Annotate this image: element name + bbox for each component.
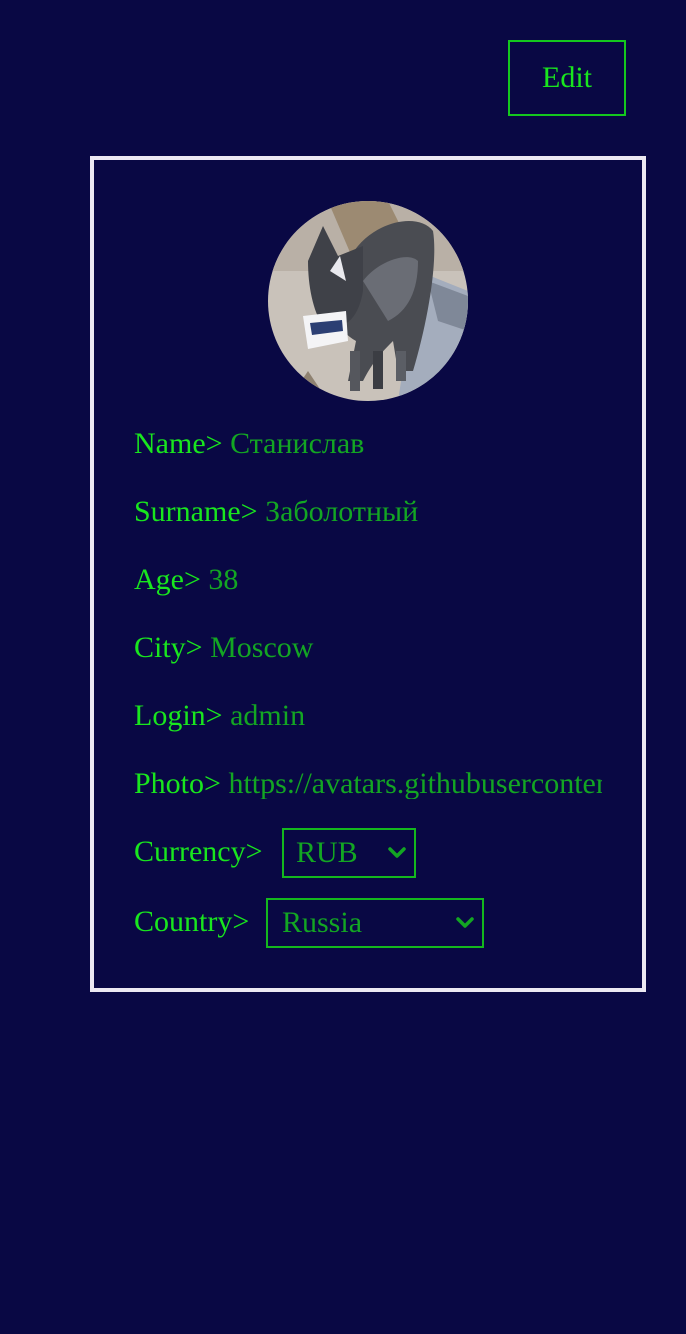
edit-button[interactable]: Edit [508,40,626,116]
name-value: Станислав [230,427,365,460]
chevron-down-icon [388,847,406,858]
country-select-value: Russia [282,906,363,939]
country-row: Country> [134,907,249,937]
city-label: City> [134,631,203,664]
profile-card: Name> Станислав Surname> Заболотный Age>… [90,156,646,992]
photo-label: Photo> [134,769,221,799]
currency-row: Currency> [134,837,263,867]
country-select[interactable]: Russia [266,898,484,948]
surname-label: Surname> [134,495,258,528]
avatar [268,201,468,401]
login-label: Login> [134,699,223,732]
surname-row: Surname> Заболотный [134,497,418,527]
currency-label: Currency> [134,835,263,868]
avatar-dog-photo [268,201,468,401]
login-row: Login> admin [134,701,305,731]
country-label: Country> [134,905,250,938]
age-value: 38 [208,563,239,596]
age-label: Age> [134,563,201,596]
currency-select-value: RUB [296,836,358,869]
age-row: Age> 38 [134,565,238,595]
name-row: Name> Станислав [134,429,364,459]
city-value: Moscow [210,631,314,664]
login-value: admin [230,699,306,732]
chevron-down-icon [456,917,474,928]
city-row: City> Moscow [134,633,313,663]
photo-row: Photo> https://avatars.githubusercontent… [134,769,602,799]
photo-value: https://avatars.githubusercontent.com [228,769,602,799]
surname-value: Заболотный [265,495,419,528]
name-label: Name> [134,427,223,460]
currency-select[interactable]: RUB [282,828,416,878]
